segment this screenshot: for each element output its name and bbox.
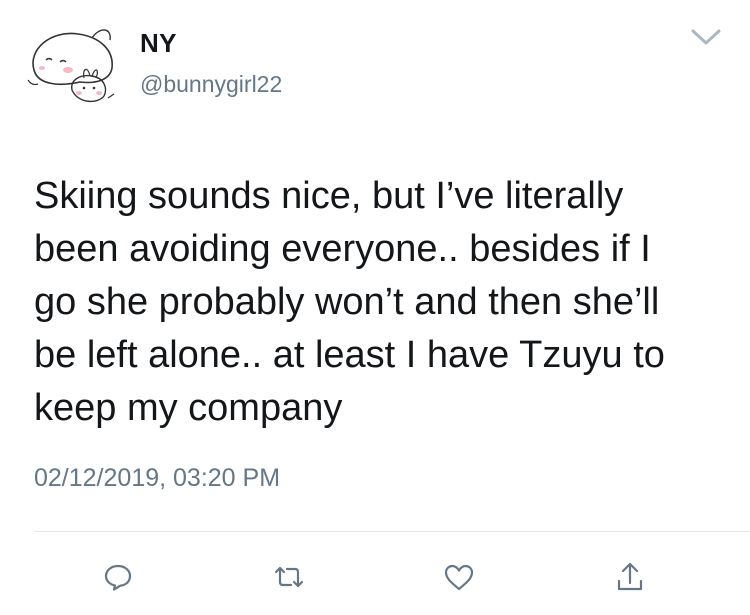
- retweet-icon: [274, 566, 304, 588]
- tweet-timestamp[interactable]: 02/12/2019, 03:20 PM: [34, 464, 280, 493]
- bunny-avatar-icon: [27, 29, 115, 103]
- like-icon: [444, 564, 474, 591]
- reply-button[interactable]: [96, 555, 140, 599]
- user-handle[interactable]: @bunnygirl22: [140, 71, 282, 98]
- share-button[interactable]: [608, 555, 652, 599]
- like-button[interactable]: [437, 555, 481, 599]
- more-options-button[interactable]: [690, 26, 722, 48]
- divider: [34, 531, 750, 532]
- chevron-down-icon: [691, 29, 721, 45]
- tweet-text: Skiing sounds nice, but I’ve literally b…: [34, 175, 665, 429]
- avatar[interactable]: [20, 20, 124, 108]
- share-icon: [617, 562, 643, 591]
- retweet-button[interactable]: [267, 555, 311, 599]
- display-name[interactable]: NY: [140, 28, 177, 59]
- reply-icon: [104, 564, 132, 591]
- tweet-actions-bar: [0, 555, 750, 600]
